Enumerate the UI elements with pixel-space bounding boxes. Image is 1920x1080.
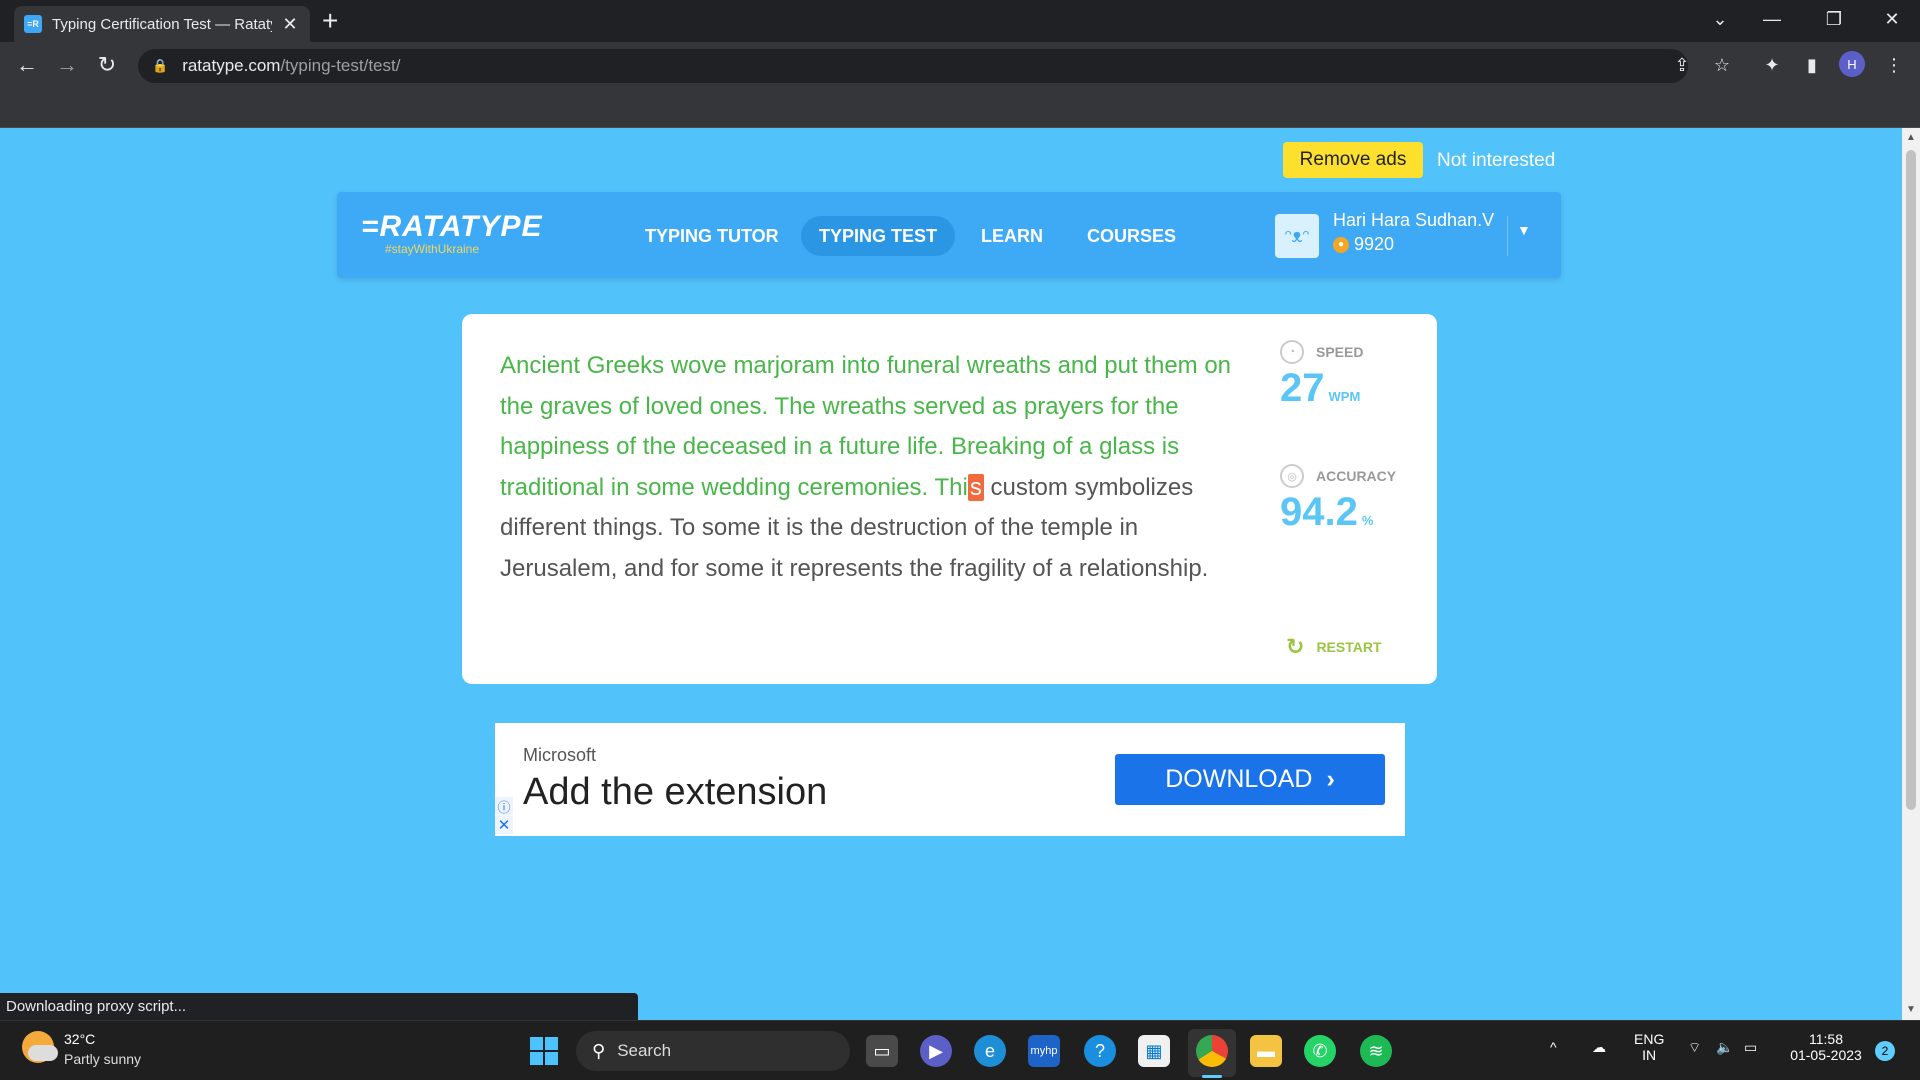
- browser-toolbar: ← → ↻ 🔒 ratatype.com/typing-test/test/ ⇪…: [0, 42, 1920, 88]
- chrome-icon[interactable]: [1196, 1035, 1228, 1067]
- taskbar: 32°C Partly sunny ⚲ Search ▭ ▶ e myhp ? …: [0, 1020, 1920, 1080]
- restart-icon: ↻: [1286, 634, 1305, 659]
- ad-brand: Microsoft: [523, 745, 597, 765]
- user-avatar[interactable]: ᵔᴥᵔ: [1275, 214, 1319, 258]
- ratatype-favicon-icon: =R: [24, 15, 42, 33]
- menu-dots-icon[interactable]: ⋮: [1880, 51, 1908, 79]
- taskbar-search-label: Search: [617, 1041, 672, 1060]
- active-app-indicator: [1202, 1075, 1222, 1078]
- coin-count: 9920: [1354, 234, 1395, 254]
- clock-time: 11:58: [1809, 1031, 1843, 1047]
- restart-label: RESTART: [1316, 639, 1382, 655]
- coin-icon: ●: [1333, 236, 1349, 253]
- back-icon[interactable]: ←: [13, 51, 41, 79]
- test-passage[interactable]: Ancient Greeks wove marjoram into funera…: [500, 346, 1240, 589]
- nav-courses[interactable]: COURSES: [1069, 216, 1194, 256]
- scrollbar-thumb[interactable]: [1906, 150, 1916, 810]
- user-divider: [1507, 216, 1508, 256]
- lock-icon[interactable]: 🔒: [152, 58, 168, 74]
- clock[interactable]: 11:58 01-05-2023: [1786, 1031, 1866, 1063]
- stay-with-ukraine-tagline: #stayWithUkraine: [385, 242, 480, 256]
- accuracy-value: 94.2%: [1280, 490, 1374, 534]
- speed-label: ◔ SPEED: [1280, 340, 1363, 364]
- accuracy-unit: %: [1361, 513, 1374, 528]
- weather-cloud-icon[interactable]: [28, 1045, 58, 1061]
- toolbar-spacer: [0, 88, 1920, 128]
- share-icon[interactable]: ⇪: [1668, 51, 1696, 79]
- ratatype-logo[interactable]: =RATATYPE: [361, 210, 543, 244]
- browser-tab[interactable]: =R Typing Certification Test — Ratatype …: [14, 6, 310, 42]
- tray-overflow-chevron-icon[interactable]: ^: [1550, 1039, 1557, 1055]
- task-view-icon[interactable]: ▭: [866, 1035, 898, 1067]
- speed-value: 27 WPM: [1280, 366, 1361, 410]
- remove-ads-button[interactable]: Remove ads: [1283, 142, 1423, 178]
- restore-icon[interactable]: ❐: [1814, 6, 1854, 32]
- window-close-icon[interactable]: ✕: [1872, 6, 1912, 32]
- weather-temp[interactable]: 32°C: [64, 1031, 95, 1047]
- page-scrollbar[interactable]: ▲ ▼: [1902, 128, 1920, 1020]
- edge-browser-icon[interactable]: e: [974, 1035, 1006, 1067]
- ad-close-icon[interactable]: ✕: [495, 816, 513, 834]
- tab-title: Typing Certification Test — Ratatype: [52, 15, 272, 33]
- user-menu-caret-icon[interactable]: ▼: [1517, 222, 1531, 238]
- ad-download-button[interactable]: DOWNLOAD ›: [1115, 754, 1385, 805]
- battery-icon[interactable]: ▭: [1744, 1039, 1757, 1056]
- wifi-icon[interactable]: ⌔: [1688, 1039, 1701, 1057]
- nav-typing-tutor[interactable]: TYPING TUTOR: [627, 216, 797, 256]
- chevron-right-icon: ›: [1326, 765, 1335, 793]
- teams-chat-icon[interactable]: ▶: [920, 1035, 952, 1067]
- user-name[interactable]: Hari Hara Sudhan.V: [1333, 210, 1494, 231]
- onedrive-icon[interactable]: ☁: [1592, 1039, 1606, 1056]
- extensions-puzzle-icon[interactable]: ✦: [1758, 51, 1786, 79]
- site-header: =RATATYPE #stayWithUkraine TYPING TUTOR …: [337, 192, 1561, 278]
- ad-banner[interactable]: Microsoft Add the extension DOWNLOAD › ⓘ…: [495, 723, 1405, 836]
- url-path: /typing-test/test/: [280, 56, 401, 75]
- weather-condition[interactable]: Partly sunny: [64, 1051, 141, 1067]
- speedometer-icon: ◔: [1280, 340, 1304, 364]
- taskbar-search[interactable]: ⚲ Search: [576, 1031, 850, 1071]
- tab-search-chevron-icon[interactable]: ⌄: [1700, 6, 1740, 32]
- ad-headline[interactable]: Add the extension: [523, 771, 827, 814]
- forward-icon[interactable]: →: [53, 51, 81, 79]
- nav-typing-test[interactable]: TYPING TEST: [801, 216, 956, 256]
- browser-tab-bar: =R Typing Certification Test — Ratatype …: [0, 0, 1920, 42]
- volume-icon[interactable]: 🔈: [1716, 1039, 1733, 1056]
- search-icon: ⚲: [592, 1040, 606, 1061]
- ad-info-icon[interactable]: ⓘ: [495, 797, 513, 815]
- side-panel-icon[interactable]: ▮: [1798, 51, 1826, 79]
- url-host: ratatype.com: [182, 56, 281, 75]
- new-tab-icon[interactable]: +: [322, 6, 338, 36]
- microsoft-store-icon[interactable]: ▦: [1138, 1035, 1170, 1067]
- nav-learn[interactable]: LEARN: [963, 216, 1061, 256]
- typing-test-card: Ancient Greeks wove marjoram into funera…: [462, 314, 1437, 684]
- tab-close-icon[interactable]: ✕: [280, 14, 300, 35]
- clock-date: 01-05-2023: [1790, 1047, 1862, 1063]
- notification-badge[interactable]: 2: [1875, 1041, 1895, 1061]
- whatsapp-icon[interactable]: ✆: [1304, 1035, 1336, 1067]
- ad-download-label: DOWNLOAD: [1165, 765, 1313, 793]
- scroll-down-icon[interactable]: ▼: [1902, 1004, 1920, 1015]
- address-bar[interactable]: 🔒 ratatype.com/typing-test/test/: [138, 49, 1688, 83]
- get-help-icon[interactable]: ?: [1084, 1035, 1116, 1067]
- speed-unit: WPM: [1328, 389, 1361, 404]
- page-viewport: Remove ads Not interested =RATATYPE #sta…: [0, 128, 1902, 1020]
- current-character: s: [967, 473, 984, 501]
- user-coins: ● 9920: [1333, 234, 1394, 255]
- spotify-icon[interactable]: ≋: [1360, 1035, 1392, 1067]
- restart-button[interactable]: ↻ RESTART: [1286, 634, 1382, 660]
- windows-start-icon[interactable]: [528, 1035, 560, 1067]
- language-indicator[interactable]: ENG IN: [1634, 1031, 1664, 1063]
- profile-avatar[interactable]: H: [1839, 51, 1865, 77]
- reload-icon[interactable]: ↻: [93, 51, 121, 79]
- scroll-up-icon[interactable]: ▲: [1902, 132, 1920, 143]
- target-icon: ◎: [1280, 464, 1304, 488]
- status-bubble: Downloading proxy script...: [0, 993, 638, 1020]
- file-explorer-icon[interactable]: ▬: [1250, 1035, 1282, 1067]
- accuracy-label: ◎ ACCURACY: [1280, 464, 1396, 488]
- minimize-icon[interactable]: —: [1752, 6, 1792, 32]
- not-interested-link[interactable]: Not interested: [1437, 150, 1555, 172]
- myhp-icon[interactable]: myhp: [1028, 1035, 1060, 1067]
- bookmark-star-icon[interactable]: ☆: [1708, 51, 1736, 79]
